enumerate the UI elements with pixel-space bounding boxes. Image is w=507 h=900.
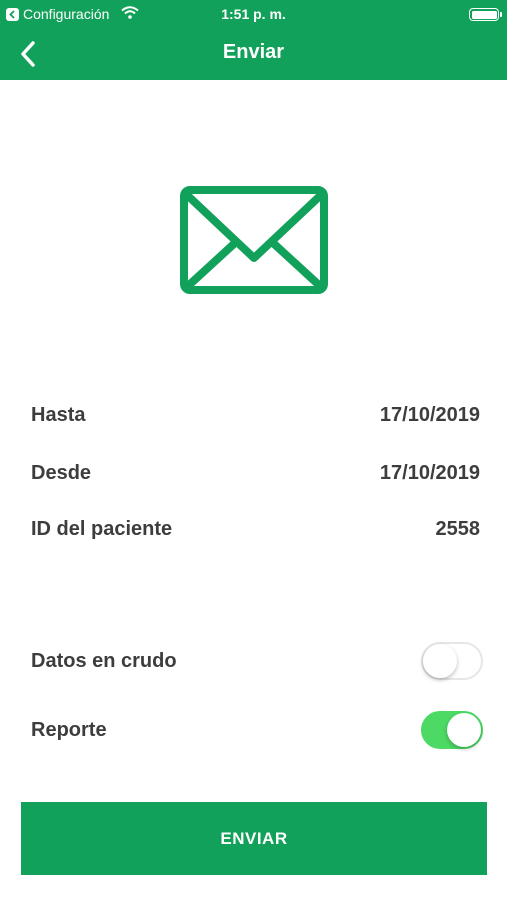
patient-id-row: ID del paciente 2558 — [31, 514, 480, 544]
toggle-knob — [423, 644, 457, 678]
navigation-bar: Enviar — [0, 28, 507, 80]
status-bar: Configuración 1:51 p. m. — [0, 0, 507, 28]
report-toggle[interactable] — [421, 711, 483, 749]
page-title: Enviar — [222, 41, 285, 63]
desde-value[interactable]: 17/10/2019 — [380, 462, 480, 485]
desde-row: Desde 17/10/2019 — [31, 458, 480, 488]
battery-icon — [469, 8, 502, 21]
raw-data-row: Datos en crudo — [31, 641, 483, 681]
patient-id-label: ID del paciente — [31, 517, 173, 540]
hasta-label: Hasta — [31, 403, 86, 426]
hasta-value[interactable]: 17/10/2019 — [380, 404, 480, 427]
report-row: Reporte — [31, 710, 483, 750]
desde-label: Desde — [31, 461, 92, 484]
hasta-row: Hasta 17/10/2019 — [31, 400, 480, 430]
raw-data-label: Datos en crudo — [31, 649, 177, 672]
report-label: Reporte — [31, 718, 107, 741]
send-button[interactable]: ENVIAR — [21, 802, 487, 875]
status-time: 1:51 p. m. — [221, 6, 286, 22]
patient-id-value[interactable]: 2558 — [436, 518, 481, 541]
raw-data-toggle[interactable] — [421, 642, 483, 680]
envelope-icon — [180, 186, 328, 294]
toggle-knob — [447, 713, 481, 747]
